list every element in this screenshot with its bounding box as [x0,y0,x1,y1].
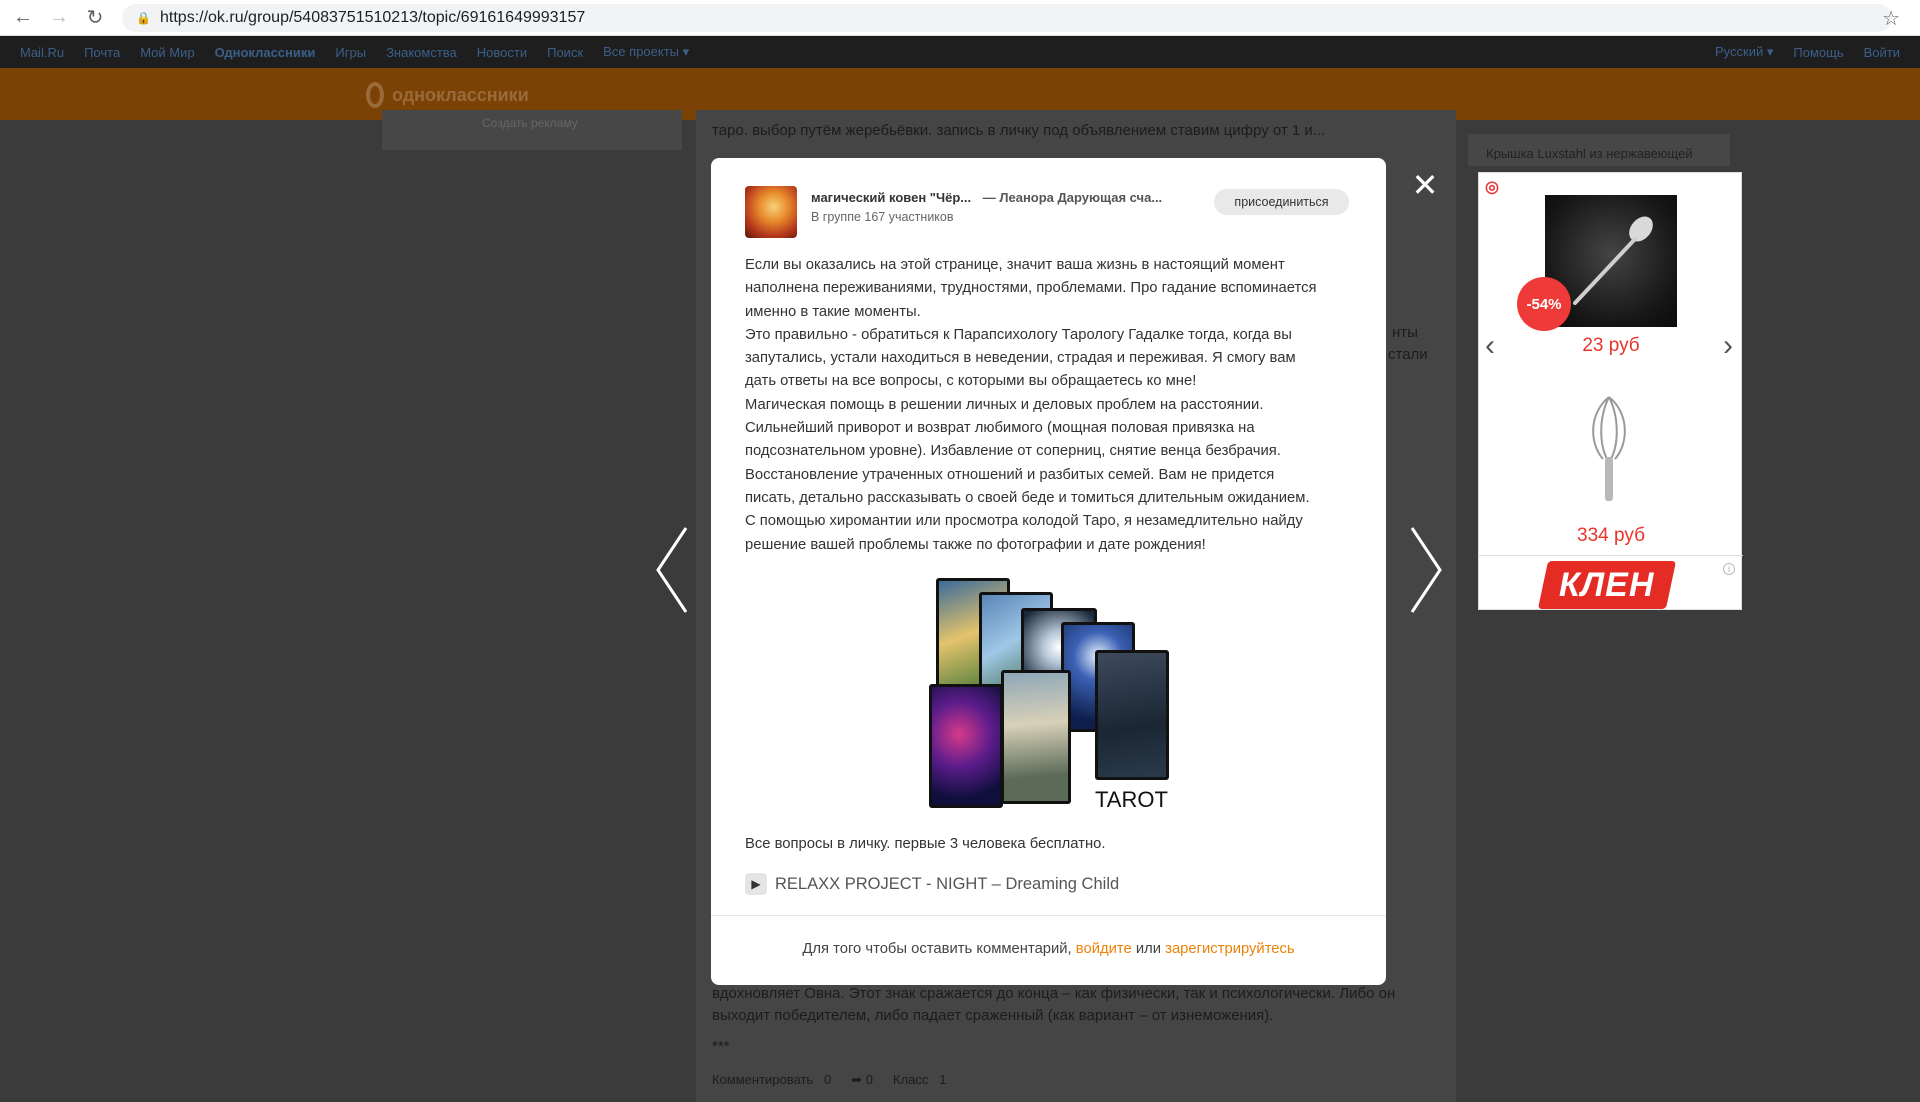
bg-post-snippet: таро. выбор путём жеребьёвки. запись в л… [712,122,1326,139]
topbar-help[interactable]: Помощь [1793,45,1843,60]
post-line: Магическая помощь в решении личных и дел… [745,396,1264,413]
comment-login-note: Для того чтобы оставить комментарий, вой… [711,941,1386,957]
url-text: https://ok.ru/group/54083751510213/topic… [160,8,586,26]
post-line: дать ответы на все вопросы, с которыми в… [745,373,1197,390]
bg-bottom-text-1: вдохновляет Овна. Этот знак сражается до… [712,985,1396,1002]
bg-comment-button[interactable]: Комментировать 0 [712,1072,831,1088]
ok-logo[interactable]: одноклассники [366,82,529,108]
post-line: Сильнейший приворот и возврат любимого (… [745,420,1255,437]
ad-price-2[interactable]: 334 руб [1479,525,1743,547]
side-ad[interactable]: ◎ -54% 23 руб ‹ › 334 руб КЛЕН i [1478,172,1743,610]
register-link[interactable]: зарегистрируйтесь [1165,941,1294,957]
address-bar[interactable]: 🔒 https://ok.ru/group/54083751510213/top… [122,3,1892,32]
klen-logo[interactable]: КЛЕН [1537,561,1677,609]
bg-bottom-text-2: выходит победителем, либо падает сраженн… [712,1007,1274,1024]
bg-post-actions: Комментировать 0 ➦ 0 Класс 1 [712,1072,947,1088]
play-icon[interactable]: ▶ [745,873,767,895]
topbar-link-search[interactable]: Поиск [547,45,583,60]
bg-create-ad-link[interactable]: Создать рекламу [482,116,578,130]
topic-modal: магический ковен "Чёр... — Леанора Дарую… [711,158,1386,985]
bg-side-text-2: стали [1388,346,1428,363]
close-icon[interactable]: ✕ [1410,169,1440,201]
whisk-icon[interactable] [1581,393,1637,503]
next-arrow-icon[interactable] [1400,520,1460,620]
topbar-link-ok[interactable]: Одноклассники [215,45,316,60]
ad-target-icon: ◎ [1485,179,1499,196]
post-line: Если вы оказались на этой странице, знач… [745,257,1285,273]
bg-left-card: Создать рекламу [382,110,682,150]
group-name-link[interactable]: магический ковен "Чёр... [811,190,971,205]
group-members-count: В группе 167 участников [811,210,954,224]
divider [711,915,1386,916]
comment-note-or: или [1135,941,1162,957]
topbar-language[interactable]: Русский ▾ [1715,44,1773,60]
post-line: решение вашей проблемы также по фотограф… [745,536,1206,553]
post-body: Если вы оказались на этой странице, знач… [745,254,1355,557]
bg-side-text-1: нты [1392,324,1418,341]
topbar-login[interactable]: Войти [1864,45,1900,60]
mailru-topbar: Mail.Ru Почта Мой Мир Одноклассники Игры… [0,36,1920,68]
post-line: С помощью хиромантии или просмотра колод… [745,513,1303,530]
ad-info-icon[interactable]: i [1723,563,1735,575]
topbar-link-mailru[interactable]: Mail.Ru [20,45,64,60]
post-line: Это правильно - обратиться к Парапсихоло… [745,326,1292,343]
back-icon[interactable]: ← [10,5,36,31]
bg-right-ad-title: Крышка Luxstahl из нержавеющей [1468,134,1730,166]
post-line: наполнена переживаниями, трудностями, пр… [745,280,1317,297]
topbar-link-mail[interactable]: Почта [84,45,120,60]
divider [1479,555,1743,556]
post-line: Восстановление утраченных отношений и ра… [745,466,1275,483]
topbar-link-dating[interactable]: Знакомства [386,45,457,60]
tarot-cards-image[interactable] [929,578,1169,818]
topbar-link-all-projects[interactable]: Все проекты ▾ [603,44,689,60]
ok-logo-text: одноклассники [392,84,529,105]
topic-author-link[interactable]: — Леанора Дарующая сча... [983,190,1162,205]
group-avatar[interactable] [745,186,797,238]
post-line: писать, детально рассказывать о своей бе… [745,489,1310,506]
ad-price-1[interactable]: 23 руб [1479,335,1743,357]
music-track-title: RELAXX PROJECT - NIGHT – Dreaming Child [775,874,1120,893]
bg-like-button[interactable]: Класс 1 [893,1072,946,1088]
tarot-caption: TAROT [1095,787,1168,812]
group-title-line: магический ковен "Чёр... — Леанора Дарую… [811,190,1162,205]
forward-icon[interactable]: → [46,5,72,31]
topbar-right: Русский ▾ Помощь Войти [1715,36,1920,68]
post-line: запутались, устали находиться в неведени… [745,350,1296,367]
bookmark-star-icon[interactable]: ☆ [1882,6,1900,31]
reload-icon[interactable]: ↻ [82,5,108,31]
topbar-link-myworld[interactable]: Мой Мир [140,45,194,60]
ok-logo-icon [366,82,384,108]
topbar-link-news[interactable]: Новости [477,45,527,60]
ad-prev-icon[interactable]: ‹ [1485,329,1495,363]
join-group-button[interactable]: присоединиться [1214,189,1349,215]
music-track[interactable]: ▶ RELAXX PROJECT - NIGHT – Dreaming Chil… [745,873,1119,895]
bg-bottom-text-3: *** [712,1038,730,1055]
tarot-card [1095,650,1169,780]
prev-arrow-icon[interactable] [650,520,710,620]
post-footer-text: Все вопросы в личку. первые 3 человека б… [745,836,1106,852]
tarot-card [929,684,1003,808]
login-link[interactable]: войдите [1076,941,1132,957]
bg-share-button[interactable]: ➦ 0 [851,1072,873,1088]
post-line: именно в такие моменты. [745,303,921,320]
discount-badge: -54% [1517,277,1571,331]
browser-toolbar: ← → ↻ 🔒 https://ok.ru/group/540837515102… [0,0,1920,36]
comment-note-prefix: Для того чтобы оставить комментарий, [802,941,1072,957]
lock-icon: 🔒 [136,10,151,25]
klen-logo-text: КЛЕН [1559,565,1655,604]
post-line: подсознательном уровне). Избавление от с… [745,443,1281,460]
group-header: магический ковен "Чёр... — Леанора Дарую… [745,186,1355,238]
topbar-link-games[interactable]: Игры [335,45,366,60]
tarot-card [1001,670,1071,804]
ad-next-icon[interactable]: › [1723,329,1733,363]
